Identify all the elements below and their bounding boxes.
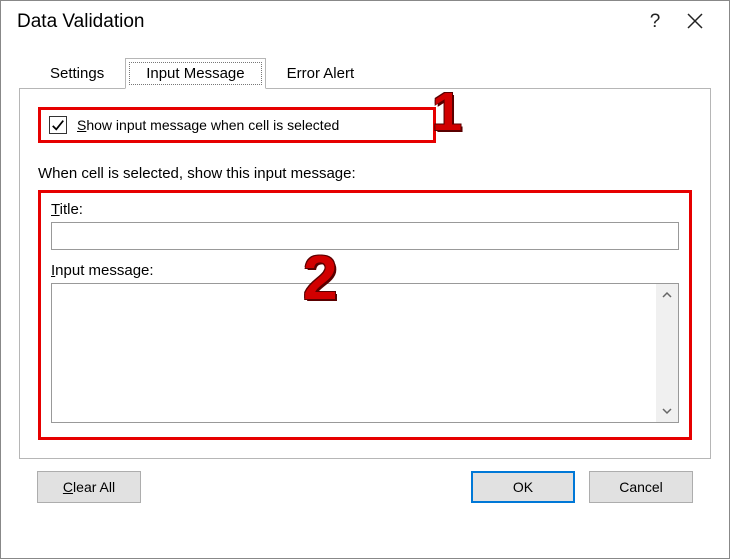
close-icon [687, 13, 703, 29]
show-input-message-checkbox[interactable] [49, 116, 67, 134]
dialog-footer: Clear All OK Cancel [19, 459, 711, 503]
show-input-message-row[interactable]: Show input message when cell is selected [38, 107, 436, 143]
input-fields-group: Title: Input message: 2 [38, 190, 692, 440]
section-label: When cell is selected, show this input m… [38, 165, 692, 182]
chevron-up-icon [662, 290, 672, 300]
title-label: Title: [51, 201, 679, 218]
ok-button[interactable]: OK [471, 471, 575, 503]
checkmark-icon [51, 118, 65, 132]
tab-content: Show input message when cell is selected… [19, 89, 711, 459]
clear-all-button[interactable]: Clear All [37, 471, 141, 503]
help-button[interactable]: ? [635, 11, 675, 33]
annotation-1: 1 [432, 81, 462, 143]
tabstrip: Settings Input Message Error Alert [19, 55, 711, 89]
close-button[interactable] [675, 13, 715, 32]
tab-input-message[interactable]: Input Message [125, 58, 265, 89]
title-input[interactable] [51, 222, 679, 250]
tab-settings[interactable]: Settings [29, 58, 125, 89]
scroll-up-button[interactable] [656, 284, 678, 306]
input-message-textarea[interactable] [51, 283, 679, 423]
chevron-down-icon [662, 406, 672, 416]
dialog-title: Data Validation [17, 11, 635, 33]
input-message-label: Input message: [51, 262, 679, 279]
cancel-button[interactable]: Cancel [589, 471, 693, 503]
titlebar: Data Validation ? [1, 1, 729, 43]
tab-error-alert[interactable]: Error Alert [266, 58, 376, 89]
scrollbar[interactable] [656, 284, 678, 422]
show-input-message-label: Show input message when cell is selected [77, 117, 339, 133]
scroll-down-button[interactable] [656, 400, 678, 422]
